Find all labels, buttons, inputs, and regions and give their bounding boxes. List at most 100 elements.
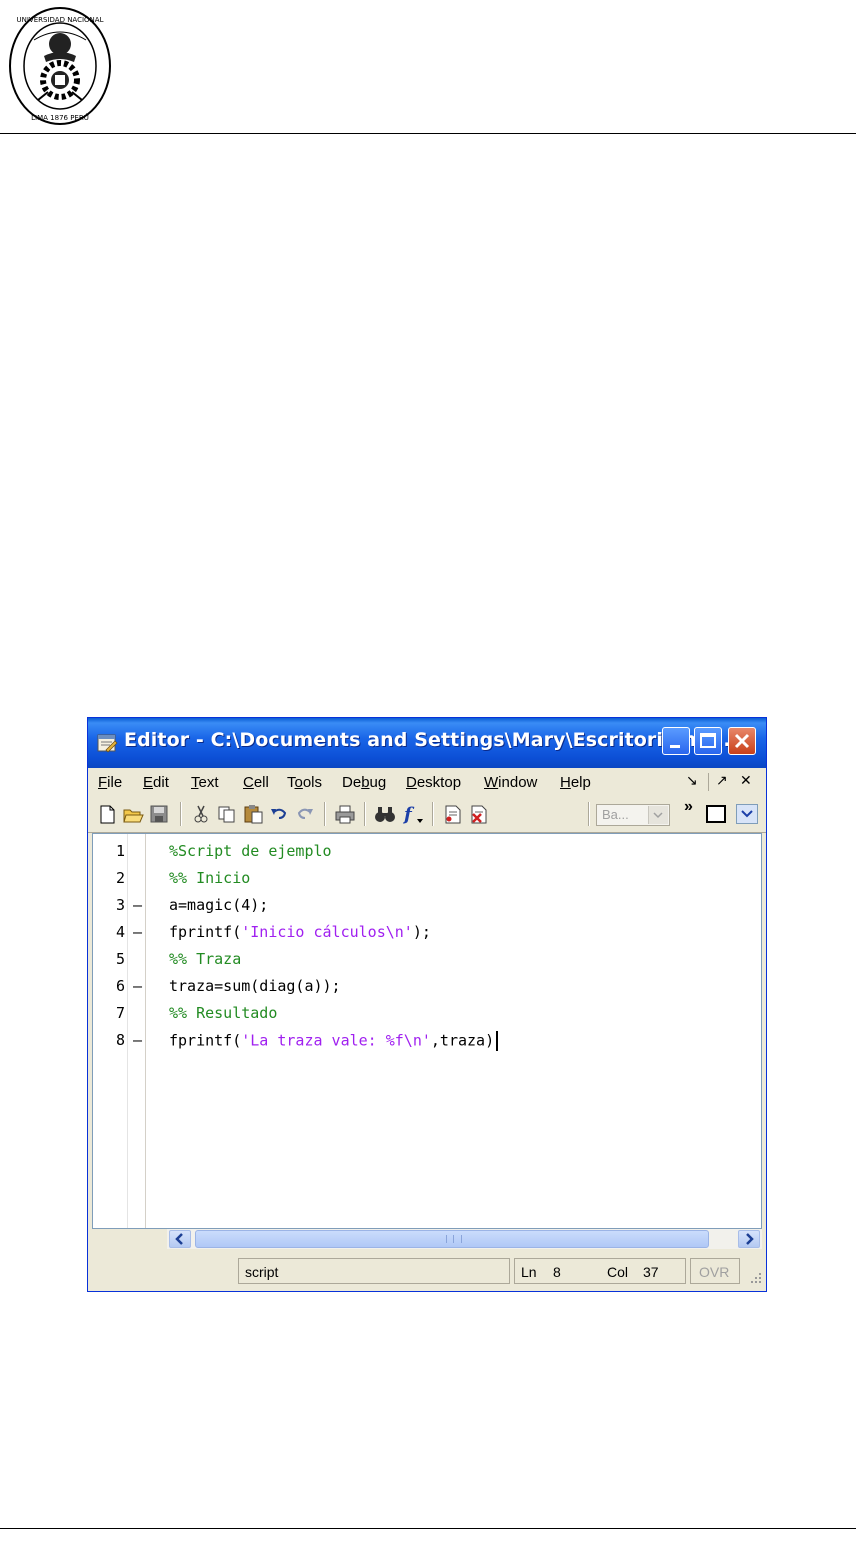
chevron-right-icon [746, 1233, 754, 1245]
stack-select[interactable]: Ba... [596, 804, 670, 826]
menu-tools[interactable]: Tools [287, 774, 322, 791]
menu-tools-pre: T [287, 774, 295, 791]
menu-window[interactable]: Window [484, 774, 537, 791]
menu-help[interactable]: Help [560, 774, 591, 791]
chevron-down-icon [741, 810, 753, 818]
toolbar-separator [324, 802, 326, 826]
minimize-icon [670, 745, 680, 748]
line-number: 5 [115, 950, 125, 968]
dock-button[interactable]: ↗ [716, 772, 728, 789]
status-ln-label: Ln [521, 1264, 537, 1280]
menu-text-mnemonic: T [191, 774, 199, 791]
horizontal-scrollbar[interactable] [167, 1229, 762, 1249]
toolbar-overflow-button[interactable]: » [684, 798, 693, 816]
breakpoint-marker[interactable]: – [133, 923, 142, 941]
menu-text-rest: ext [198, 774, 219, 791]
maximize-icon [700, 733, 716, 748]
document-menu-button[interactable] [736, 804, 758, 824]
code-token-normal: ,traza) [430, 1031, 495, 1050]
redo-icon[interactable] [294, 804, 316, 824]
title-bar[interactable]: Editor - C:\Documents and Settings\Mary\… [88, 718, 766, 768]
menu-debug-rest: ug [369, 774, 387, 791]
menu-help-rest: elp [570, 774, 591, 791]
close-button[interactable] [728, 727, 756, 755]
line-number: 7 [115, 1004, 125, 1022]
close-document-button[interactable]: ✕ [740, 772, 752, 789]
code-token-comment: %% Resultado [169, 1004, 278, 1022]
status-position: Ln 8 Col 37 [514, 1258, 686, 1284]
maximize-document-button[interactable] [706, 805, 726, 823]
code-editor[interactable]: 1 %Script de ejemplo 2%% Inicio 3– a=magic(4… [92, 833, 762, 1229]
menu-edit[interactable]: Edit [143, 774, 169, 791]
breakpoint-marker[interactable]: – [133, 1031, 142, 1049]
menu-debug[interactable]: Debug [342, 774, 386, 791]
menu-cell-mnemonic: C [243, 774, 254, 791]
code-line[interactable]: 2 %% Inicio [93, 865, 753, 892]
toolbar-separator [180, 802, 182, 826]
scroll-left-button[interactable] [169, 1230, 191, 1248]
function-browser-icon[interactable]: f [400, 804, 426, 824]
code-line[interactable]: 7 %% Resultado [93, 1000, 753, 1027]
code-line[interactable]: 5 %% Traza [93, 946, 753, 973]
menu-tools-mnemonic: o [294, 774, 303, 791]
new-file-icon[interactable] [96, 804, 118, 824]
maximize-button[interactable] [694, 727, 722, 755]
undock-button[interactable]: ↘ [686, 772, 698, 789]
clear-breakpoints-icon[interactable] [468, 804, 490, 824]
menu-desktop-rest: esktop [416, 774, 462, 791]
status-ovr: OVR [690, 1258, 740, 1284]
breakpoint-marker[interactable]: – [133, 977, 142, 995]
chevron-left-icon [175, 1233, 183, 1245]
menu-cell[interactable]: Cell [243, 774, 269, 791]
close-icon [734, 733, 750, 749]
code-token-comment: %% Traza [169, 950, 242, 968]
breakpoint-marker[interactable]: – [133, 896, 142, 914]
code-line[interactable]: 1 %Script de ejemplo [93, 838, 753, 865]
chevron-down-icon [653, 812, 663, 819]
menu-bar: File Edit Text Cell Tools Debug Desktop … [88, 768, 766, 797]
line-number: 2 [115, 869, 125, 887]
page-header: UNIVERSIDAD NACIONAL LIMA 1876 PERÚ [0, 0, 856, 134]
code-text: %% Inicio [169, 869, 250, 887]
code-token-normal: fprintf( [169, 923, 242, 941]
scrollbar-thumb[interactable] [195, 1230, 709, 1248]
code-text: fprintf('Inicio cálculos\n'); [169, 923, 431, 941]
code-line[interactable]: 8– fprintf('La traza vale: %f\n',traza) [93, 1027, 753, 1054]
open-folder-icon[interactable] [122, 804, 144, 824]
minimize-button[interactable] [662, 727, 690, 755]
status-ovr-text: OVR [699, 1264, 730, 1280]
undo-icon[interactable] [268, 804, 290, 824]
menu-help-mnemonic: H [560, 774, 571, 791]
svg-text:LIMA 1876 PERÚ: LIMA 1876 PERÚ [31, 113, 89, 122]
copy-icon[interactable] [216, 804, 238, 824]
code-text: fprintf('La traza vale: %f\n',traza) [169, 1031, 499, 1051]
menu-desktop[interactable]: Desktop [406, 774, 461, 791]
university-seal-logo: UNIVERSIDAD NACIONAL LIMA 1876 PERÚ [9, 7, 111, 125]
save-icon[interactable] [148, 804, 170, 824]
menu-debug-pre: De [342, 774, 362, 791]
cut-icon[interactable] [190, 804, 212, 824]
stack-select-value: Ba... [602, 807, 629, 822]
svg-text:f: f [402, 804, 415, 824]
print-icon[interactable] [334, 804, 356, 824]
line-number: 1 [115, 842, 125, 860]
code-token-normal: traza=sum(diag(a)); [169, 977, 341, 995]
menu-file-rest: ile [107, 774, 123, 791]
code-line[interactable]: 6– traza=sum(diag(a)); [93, 973, 753, 1000]
set-breakpoint-icon[interactable] [442, 804, 464, 824]
find-binoculars-icon[interactable] [374, 804, 396, 824]
code-text: a=magic(4); [169, 896, 268, 914]
code-line[interactable]: 4– fprintf('Inicio cálculos\n'); [93, 919, 753, 946]
line-number: 3 [115, 896, 125, 914]
menu-tools-rest: ols [302, 774, 323, 791]
menu-desktop-mnemonic: D [406, 774, 417, 791]
code-text: %% Traza [169, 950, 241, 968]
menu-text[interactable]: Text [191, 774, 219, 791]
resize-grip-icon[interactable] [750, 1272, 762, 1284]
menu-file[interactable]: File [98, 774, 122, 791]
code-line[interactable]: 3– a=magic(4); [93, 892, 753, 919]
paste-icon[interactable] [242, 804, 264, 824]
stack-select-arrow [648, 806, 668, 824]
thumb-grip [446, 1235, 462, 1243]
scroll-right-button[interactable] [738, 1230, 760, 1248]
